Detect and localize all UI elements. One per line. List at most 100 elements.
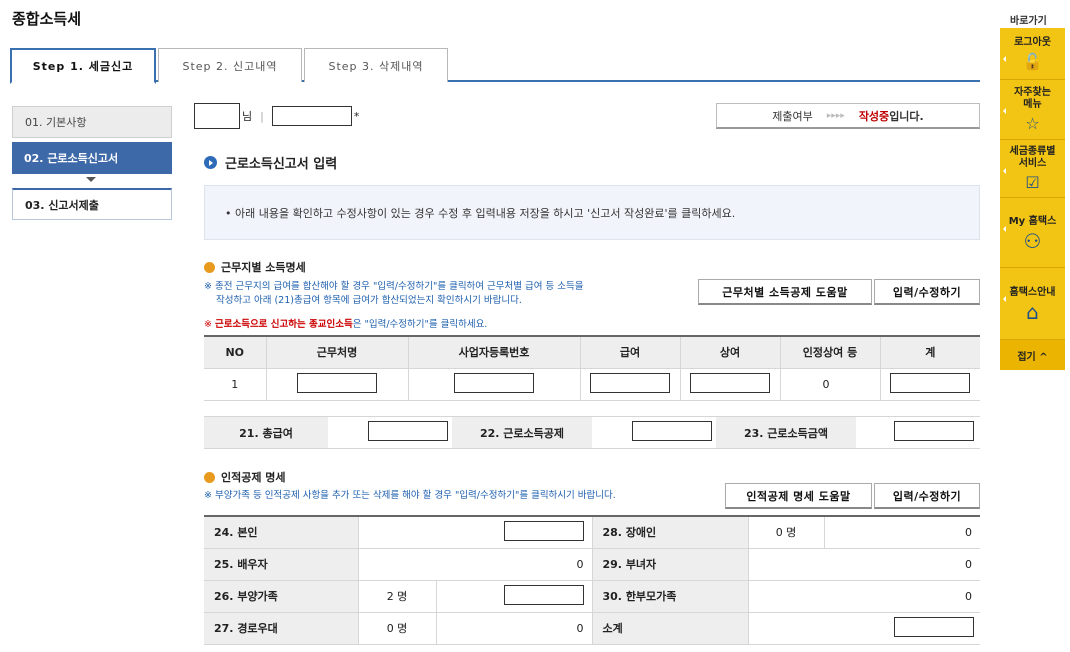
total-input[interactable] xyxy=(890,372,971,393)
earned-income-deduction-input[interactable] xyxy=(632,421,712,441)
section-title: 근로소득신고서 입력 xyxy=(204,153,337,172)
personal-deduction-table: 24. 본인 28. 장애인 0 명 0 25. 배우자 0 29. 부녀자 0… xyxy=(204,515,980,645)
nav-earned-income-report[interactable]: 02. 근로소득신고서 xyxy=(12,142,172,174)
personal-title-text: 인적공제 명세 xyxy=(221,471,286,484)
earned-income-amount-input[interactable] xyxy=(894,421,974,441)
income-summary-table: 21. 총급여 22. 근로소득공제 23. 근로소득금액 xyxy=(204,416,980,449)
income-title-text: 근무지별 소득명세 xyxy=(221,261,306,274)
col-business-number: 사업자등록번호 xyxy=(408,336,581,369)
income-note: ※ 종전 근무지의 급여를 합산해야 할 경우 "입력/수정하기"를 클릭하여 … xyxy=(204,280,694,308)
table-row: 27. 경로우대 0 명 0 소계 xyxy=(204,612,980,645)
quick-collapse-button[interactable]: 접기 ^ xyxy=(1000,340,1065,370)
checkbox-icon: ☑ xyxy=(1025,172,1040,192)
nav-basic-info[interactable]: 01. 기본사항 xyxy=(12,106,172,138)
user-suffix: 님 xyxy=(242,110,253,123)
personal-edit-button[interactable]: 입력/수정하기 xyxy=(874,483,980,509)
disabled-count: 0 명 xyxy=(748,516,825,549)
quick-tax-services-label: 세금종류별 서비스 xyxy=(1009,145,1056,169)
tab-step2[interactable]: Step 2. 신고내역 xyxy=(158,48,302,82)
elderly-count: 0 명 xyxy=(358,612,437,645)
quick-hometax-guide-label: 홈택스안내 xyxy=(1009,286,1056,298)
single-parent-amount: 0 xyxy=(748,580,980,613)
spouse-amount: 0 xyxy=(358,548,593,581)
row-no: 1 xyxy=(204,368,267,401)
total-salary-input[interactable] xyxy=(368,421,448,441)
user-name-box xyxy=(194,103,240,129)
single-parent-label: 30. 한부모가족 xyxy=(592,580,749,613)
female-label: 29. 부녀자 xyxy=(592,548,749,581)
earned-income-amount-label: 23. 근로소득금액 xyxy=(716,416,856,449)
step-tabs: Step 1. 세금신고 Step 2. 신고내역 Step 3. 삭제내역 xyxy=(10,48,980,84)
user-asterisk: * xyxy=(353,109,360,123)
page-title: 종합소득세 xyxy=(12,10,82,28)
dependents-count: 2 명 xyxy=(358,580,437,613)
quick-menu-label: 바로가기 xyxy=(1010,16,1047,27)
quick-logout-label: 로그아웃 xyxy=(1014,36,1051,48)
table-row: 26. 부양가족 2 명 30. 한부모가족 0 xyxy=(204,580,980,613)
user-id-box xyxy=(271,106,352,126)
tab-step3[interactable]: Step 3. 삭제내역 xyxy=(304,48,448,82)
submit-status-suffix: 입니다. xyxy=(889,109,924,123)
income-note-line2: 작성하고 아래 (21)총급여 항목에 급여가 합산되었는지 확인하시기 바랍니… xyxy=(216,295,522,306)
dependents-amount-input[interactable] xyxy=(503,584,584,605)
quick-favorites[interactable]: 자주찾는 메뉴 ☆ xyxy=(1000,80,1065,140)
income-edit-button[interactable]: 입력/수정하기 xyxy=(874,279,980,305)
notice-box: • 아래 내용을 확인하고 수정사항이 있는 경우 수정 후 입력내용 저장을 … xyxy=(204,185,980,240)
personal-note: ※ 부양가족 등 인적공제 사항을 추가 또는 삭제를 해야 할 경우 "입력/… xyxy=(204,490,616,501)
col-recognized-bonus: 인정상여 등 xyxy=(780,336,881,369)
lock-icon: 🔓 xyxy=(1022,51,1043,71)
quick-tax-services[interactable]: 세금종류별 서비스 ☑ xyxy=(1000,140,1065,198)
subtotal-label: 소계 xyxy=(592,612,749,645)
salary-input[interactable] xyxy=(590,372,670,393)
submit-status: 제출여부 ▸▸▸▸ 작성중 입니다. xyxy=(716,103,980,129)
disabled-amount: 0 xyxy=(824,516,980,549)
bonus-input[interactable] xyxy=(690,372,770,393)
quick-hometax-guide[interactable]: 홈택스안내 ⌂ xyxy=(1000,268,1065,340)
nav-arrow-icon xyxy=(86,177,96,182)
elderly-label: 27. 경로우대 xyxy=(204,612,359,645)
total-salary-label: 21. 총급여 xyxy=(204,416,328,449)
table-header: NO 근무처명 사업자등록번호 급여 상여 인정상여 등 계 xyxy=(204,336,980,369)
elderly-amount: 0 xyxy=(436,612,593,645)
income-note-line1: ※ 종전 근무지의 급여를 합산해야 할 경우 "입력/수정하기"를 클릭하여 … xyxy=(204,281,584,292)
home-icon: ⌂ xyxy=(1026,299,1039,324)
table-row: 1 0 xyxy=(204,368,980,401)
nav-submit-report[interactable]: 03. 신고서제출 xyxy=(12,188,172,220)
dependents-label: 26. 부양가족 xyxy=(204,580,359,613)
spouse-label: 25. 배우자 xyxy=(204,548,359,581)
subtotal-input[interactable] xyxy=(894,616,974,637)
income-red-note: ※ 근로소득으로 신고하는 종교인소득은 "입력/수정하기"를 클릭하세요. xyxy=(204,318,487,332)
income-help-button[interactable]: 근무처별 소득공제 도움말 xyxy=(698,279,872,305)
section-title-text: 근로소득신고서 입력 xyxy=(225,157,338,172)
quick-logout[interactable]: 로그아웃 🔓 xyxy=(1000,28,1065,80)
bullet-icon xyxy=(204,156,217,169)
workplace-input[interactable] xyxy=(297,372,377,393)
col-salary: 급여 xyxy=(580,336,681,369)
table-row: 24. 본인 28. 장애인 0 명 0 xyxy=(204,516,980,549)
quick-my-hometax[interactable]: My 홈택스 ⚇ xyxy=(1000,198,1065,268)
bullet-icon xyxy=(204,261,215,273)
bullet-icon xyxy=(204,471,215,483)
personal-help-button[interactable]: 인적공제 명세 도움말 xyxy=(725,483,872,509)
user-icon: ⚇ xyxy=(1023,228,1042,253)
female-amount: 0 xyxy=(748,548,980,581)
earned-income-deduction-label: 22. 근로소득공제 xyxy=(452,416,592,449)
arrow-icon: ▸▸▸▸ xyxy=(826,110,845,121)
notice-text: • 아래 내용을 확인하고 수정사항이 있는 경우 수정 후 입력내용 저장을 … xyxy=(225,206,736,220)
col-workplace: 근무처명 xyxy=(266,336,409,369)
tab-step1[interactable]: Step 1. 세금신고 xyxy=(10,48,156,84)
user-separator: | xyxy=(260,109,264,123)
red-note-prefix: ※ xyxy=(204,319,215,330)
submit-status-label: 제출여부 xyxy=(772,109,813,123)
income-title: 근무지별 소득명세 xyxy=(204,259,306,275)
income-table: NO 근무처명 사업자등록번호 급여 상여 인정상여 등 계 1 0 xyxy=(204,335,980,401)
quick-my-hometax-label: My 홈택스 xyxy=(1008,215,1057,227)
user-row: 님 | * xyxy=(194,103,359,129)
submit-status-state: 작성중 xyxy=(858,109,890,123)
red-note-bold: 근로소득으로 신고하는 종교인소득 xyxy=(214,319,353,330)
business-number-input[interactable] xyxy=(454,372,534,393)
self-amount-input[interactable] xyxy=(503,520,584,541)
quick-favorites-label: 자주찾는 메뉴 xyxy=(1014,86,1051,110)
table-row: 21. 총급여 22. 근로소득공제 23. 근로소득금액 xyxy=(204,416,980,449)
col-no: NO xyxy=(204,336,267,369)
